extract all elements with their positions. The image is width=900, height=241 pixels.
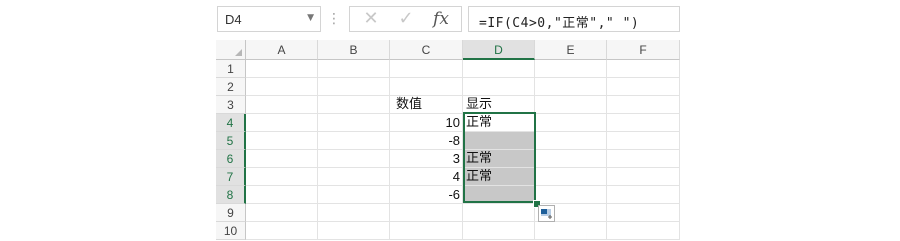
formula-text: =IF(C4>0,"正常"," ") xyxy=(479,16,640,31)
column-header-b[interactable]: B xyxy=(318,40,390,60)
row-header-1[interactable]: 1 xyxy=(216,60,246,78)
insert-function-icon[interactable]: fx xyxy=(424,7,458,31)
grid-cell-e3[interactable] xyxy=(535,96,607,114)
grid-cell-e6[interactable] xyxy=(535,150,607,168)
grid-cell-d9[interactable] xyxy=(463,204,535,222)
grid-cell-c1[interactable] xyxy=(390,60,463,78)
enter-icon[interactable]: ✓ xyxy=(389,7,423,31)
select-all-button[interactable] xyxy=(216,40,246,60)
grid-cell-e8[interactable] xyxy=(535,186,607,204)
grid-cell-c2[interactable] xyxy=(390,78,463,96)
row-header-8[interactable]: 8 xyxy=(216,186,246,204)
grid-cell-d2[interactable] xyxy=(463,78,535,96)
grid-cell-e7[interactable] xyxy=(535,168,607,186)
more-options-icon[interactable]: ⋮ xyxy=(327,8,341,30)
grid-cell-f8[interactable] xyxy=(607,186,680,204)
grid-cell-b5[interactable] xyxy=(318,132,390,150)
grid-cell-b8[interactable] xyxy=(318,186,390,204)
formula-buttons: ✕ ✓ fx xyxy=(349,6,462,32)
grid-cell-b4[interactable] xyxy=(318,114,390,132)
grid-cell-b9[interactable] xyxy=(318,204,390,222)
grid-cell-c9[interactable] xyxy=(390,204,463,222)
column-header-a[interactable]: A xyxy=(246,40,318,60)
cell-c3[interactable]: 数值 xyxy=(390,96,463,114)
grid-cell-a2[interactable] xyxy=(246,78,318,96)
row-header-9[interactable]: 9 xyxy=(216,204,246,222)
grid-cell-b7[interactable] xyxy=(318,168,390,186)
grid-cell-e1[interactable] xyxy=(535,60,607,78)
row-header-7[interactable]: 7 xyxy=(216,168,246,186)
grid-cell-e10[interactable] xyxy=(535,222,607,240)
grid-cell-a1[interactable] xyxy=(246,60,318,78)
grid-cell-e5[interactable] xyxy=(535,132,607,150)
row-header-4[interactable]: 4 xyxy=(216,114,246,132)
cell-c7[interactable]: 4 xyxy=(390,168,463,186)
grid-cell-f4[interactable] xyxy=(607,114,680,132)
column-header-e[interactable]: E xyxy=(535,40,607,60)
selection-border xyxy=(463,112,536,203)
grid-cell-f1[interactable] xyxy=(607,60,680,78)
grid-cell-b10[interactable] xyxy=(318,222,390,240)
formula-input[interactable]: =IF(C4>0,"正常"," ") xyxy=(468,6,680,32)
grid-cell-f6[interactable] xyxy=(607,150,680,168)
grid-cell-c10[interactable] xyxy=(390,222,463,240)
grid-cell-f5[interactable] xyxy=(607,132,680,150)
cell-c8[interactable]: -6 xyxy=(390,186,463,204)
name-box[interactable]: D4 ▼ xyxy=(217,6,321,32)
grid-cell-a3[interactable] xyxy=(246,96,318,114)
quick-analysis-icon xyxy=(541,209,552,219)
row-header-5[interactable]: 5 xyxy=(216,132,246,150)
quick-analysis-button[interactable] xyxy=(538,205,555,222)
spreadsheet-grid: A B C D E F 1 2 3 4 5 6 7 8 9 10 数值 显示 1… xyxy=(216,40,680,240)
grid-cell-f10[interactable] xyxy=(607,222,680,240)
row-header-3[interactable]: 3 xyxy=(216,96,246,114)
grid-cell-d1[interactable] xyxy=(463,60,535,78)
column-header-c[interactable]: C xyxy=(390,40,463,60)
row-header-6[interactable]: 6 xyxy=(216,150,246,168)
grid-cell-a10[interactable] xyxy=(246,222,318,240)
grid-cell-a9[interactable] xyxy=(246,204,318,222)
column-header-d[interactable]: D xyxy=(463,40,535,60)
cell-c4[interactable]: 10 xyxy=(390,114,463,132)
row-header-2[interactable]: 2 xyxy=(216,78,246,96)
grid-cell-a6[interactable] xyxy=(246,150,318,168)
grid-cell-b6[interactable] xyxy=(318,150,390,168)
grid-cell-e4[interactable] xyxy=(535,114,607,132)
column-header-f[interactable]: F xyxy=(607,40,680,60)
grid-cell-b1[interactable] xyxy=(318,60,390,78)
row-header-10[interactable]: 10 xyxy=(216,222,246,240)
grid-cell-a4[interactable] xyxy=(246,114,318,132)
grid-cell-f9[interactable] xyxy=(607,204,680,222)
cell-c5[interactable]: -8 xyxy=(390,132,463,150)
grid-cell-a7[interactable] xyxy=(246,168,318,186)
grid-cell-f7[interactable] xyxy=(607,168,680,186)
chevron-down-icon[interactable]: ▼ xyxy=(307,13,314,23)
grid-cell-b2[interactable] xyxy=(318,78,390,96)
grid-cell-e2[interactable] xyxy=(535,78,607,96)
grid-cell-a5[interactable] xyxy=(246,132,318,150)
grid-cell-f3[interactable] xyxy=(607,96,680,114)
select-all-icon xyxy=(235,49,242,56)
grid-cell-d10[interactable] xyxy=(463,222,535,240)
grid-cell-a8[interactable] xyxy=(246,186,318,204)
cancel-icon[interactable]: ✕ xyxy=(354,7,388,31)
name-box-value: D4 xyxy=(225,12,242,27)
grid-cell-f2[interactable] xyxy=(607,78,680,96)
grid-cell-b3[interactable] xyxy=(318,96,390,114)
cell-c6[interactable]: 3 xyxy=(390,150,463,168)
